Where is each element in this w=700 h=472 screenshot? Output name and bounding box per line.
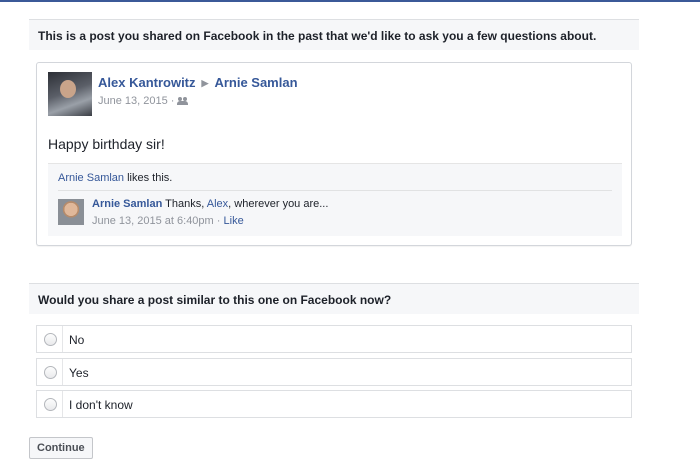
comment-text-after: , wherever you are... [228,198,329,210]
option-row-dont-know[interactable]: I don't know [36,390,632,418]
liker-name-link[interactable]: Arnie Samlan [58,172,124,184]
comment-mention-link[interactable]: Alex [207,198,228,210]
option-divider [62,359,63,385]
option-label-no[interactable]: No [69,333,84,347]
option-divider [62,326,63,352]
post-date[interactable]: June 13, 2015 [98,95,168,107]
feedback-divider [58,190,612,191]
likes-suffix: likes this. [124,172,173,184]
top-rule [0,0,700,2]
friends-audience-icon[interactable] [177,97,189,105]
radio-dont-know[interactable] [44,398,57,411]
option-row-no[interactable]: No [36,325,632,353]
option-row-yes[interactable]: Yes [36,358,632,386]
recipient-name-link[interactable]: Arnie Samlan [214,75,297,90]
feedback-panel: Arnie Samlan likes this. Arnie Samlan Th… [48,163,622,236]
option-divider [62,391,63,417]
comment-like-link[interactable]: Like [224,215,244,227]
comment-meta: June 13, 2015 at 6:40pm · Like [92,215,244,227]
question-header-text: Would you share a post similar to this o… [38,293,392,307]
author-avatar[interactable] [48,72,92,116]
option-label-dont-know[interactable]: I don't know [69,398,133,412]
option-label-yes[interactable]: Yes [69,366,89,380]
comment-body: Arnie Samlan Thanks, Alex, wherever you … [92,198,328,210]
post-meta: June 13, 2015 · [98,95,189,107]
post-text: Happy birthday sir! [48,136,165,152]
likes-line: Arnie Samlan likes this. [58,172,172,184]
intro-header: This is a post you shared on Facebook in… [29,19,639,50]
author-name-link[interactable]: Alex Kantrowitz [98,75,196,90]
intro-header-text: This is a post you shared on Facebook in… [38,29,597,43]
radio-yes[interactable] [44,366,57,379]
question-header: Would you share a post similar to this o… [29,283,639,314]
continue-button[interactable]: Continue [29,437,93,459]
comment-author-link[interactable]: Arnie Samlan [92,198,162,210]
meta-separator: · [170,95,175,107]
comment-timestamp[interactable]: June 13, 2015 at 6:40pm [92,215,214,227]
commenter-avatar[interactable] [58,199,84,225]
radio-no[interactable] [44,333,57,346]
comment-text-before: Thanks, [162,198,207,210]
post-names: Alex Kantrowitz ▶ Arnie Samlan [98,75,298,90]
arrow-right-icon: ▶ [201,78,209,88]
comment-meta-separator: · [216,215,221,227]
post-card: Alex Kantrowitz ▶ Arnie Samlan June 13, 20… [36,62,632,246]
